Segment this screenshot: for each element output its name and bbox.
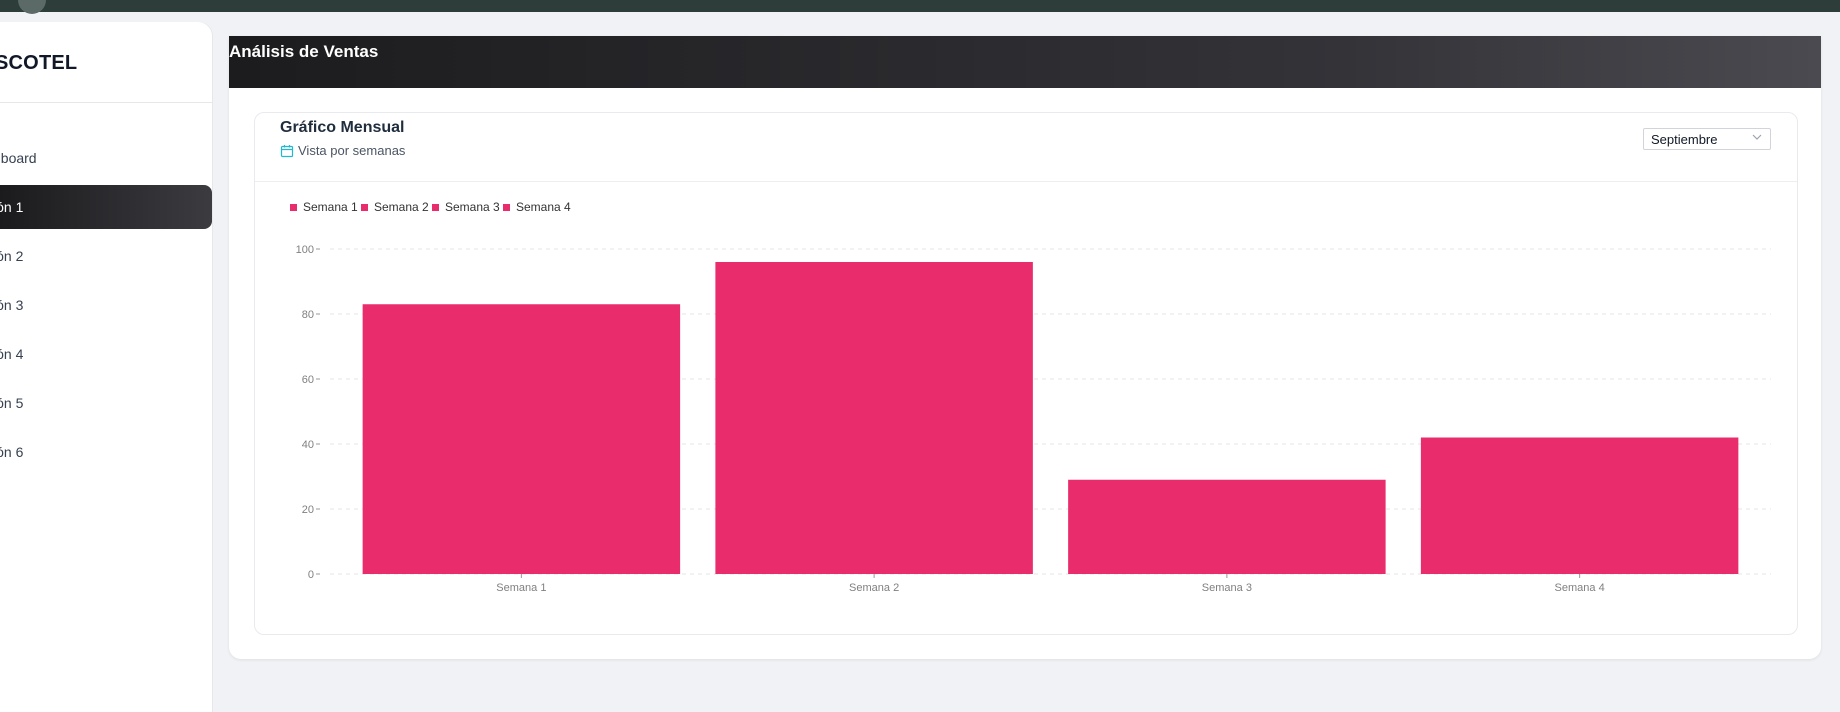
bar-3 (1068, 479, 1386, 574)
legend-label: Semana 3 (445, 200, 500, 214)
sidebar-item-label: ción 1 (0, 199, 24, 215)
sidebar-item-label: ción 5 (0, 395, 24, 411)
x-tick-label: Semana 2 (849, 582, 899, 594)
legend-label: Semana 1 (303, 200, 358, 214)
brand-logo-text: SCOTEL (0, 52, 78, 74)
x-tick-label: Semana 4 (1555, 582, 1605, 594)
legend-swatch (290, 204, 297, 211)
bar-chart: 0 20 40 60 80 100 Semana 1 Semana 2 Semana 3 Sema… (290, 200, 1771, 594)
y-tick-label: 40 (302, 439, 314, 451)
sidebar-item-section-3[interactable]: ción 3 (0, 283, 212, 327)
x-tick-label: Semana 1 (496, 582, 546, 594)
legend-swatch (361, 204, 368, 211)
y-tick-label: 80 (302, 309, 314, 321)
sidebar-item-label: ción 3 (0, 297, 24, 313)
sidebar-item-section-1[interactable]: ción 1 (0, 185, 212, 229)
avatar[interactable] (18, 0, 46, 14)
sidebar-item-section-4[interactable]: ción 4 (0, 332, 212, 376)
y-tick-label: 0 (308, 569, 314, 581)
sidebar-item-label: ción 4 (0, 346, 24, 362)
y-tick-label: 20 (302, 504, 314, 516)
sidebar-item-section-5[interactable]: ción 5 (0, 381, 212, 425)
sidebar-item-label: ción 6 (0, 444, 24, 460)
sidebar-divider (0, 102, 212, 103)
main-header: Análisis de Ventas (229, 36, 1821, 88)
sidebar-item-label: shboard (0, 150, 37, 166)
top-bar (0, 0, 1840, 14)
main-card: Análisis de Ventas Gráfico Mensual Vista… (229, 36, 1821, 659)
chart-card: Gráfico Mensual Vista por semanas Septie… (254, 112, 1798, 635)
sidebar-item-label: ción 2 (0, 248, 24, 264)
y-tick-label: 60 (302, 374, 314, 386)
sidebar: SCOTEL shboard ción 1 ción 2 ción 3 ción… (0, 22, 212, 712)
bar-2 (715, 262, 1033, 574)
legend-label: Semana 2 (374, 200, 429, 214)
sidebar-item-section-2[interactable]: ción 2 (0, 234, 212, 278)
sidebar-item-dashboard[interactable]: shboard (0, 136, 212, 180)
bar-1 (362, 304, 681, 574)
sidebar-nav: shboard ción 1 ción 2 ción 3 ción 4 ción… (0, 136, 212, 479)
page-title: Análisis de Ventas (229, 42, 379, 61)
legend-swatch (432, 204, 439, 211)
bar-4 (1420, 437, 1739, 574)
legend-label: Semana 4 (516, 200, 571, 214)
sidebar-item-section-6[interactable]: ción 6 (0, 430, 212, 474)
y-tick-label: 100 (296, 244, 314, 256)
x-tick-label: Semana 3 (1202, 582, 1252, 594)
legend-swatch (503, 204, 510, 211)
